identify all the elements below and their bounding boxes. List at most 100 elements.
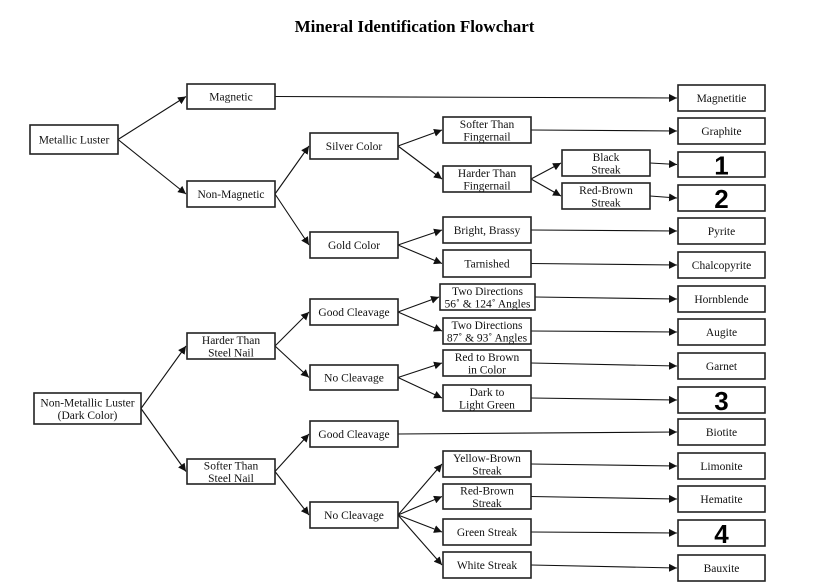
edge-good_cleavage_1-to-two_dir_87 [397,311,443,332]
node-bright-brassy: Bright, Brassy [442,216,532,244]
node-label: No Cleavage [324,373,384,385]
node-label: 56˚ & 124˚ Angles [445,298,531,310]
node-label: Harder Than [458,168,516,180]
result-node-augite: Augite [677,318,766,346]
result-node-unknown-2: 2 [677,184,766,214]
result-node-hornblende: Hornblende [677,285,766,313]
node-label: Garnet [706,361,738,373]
edge-redbrown_streak_1-to-unknown_2 [649,193,678,202]
node-label: Fingernail [463,180,510,192]
node-black-streak: BlackStreak [561,149,651,177]
node-yellowbrown-streak: Yellow-BrownStreak [442,450,532,478]
edge-softer_fingernail-to-graphite [530,126,678,135]
node-label: Tarnished [464,259,509,271]
result-node-chalcopyrite: Chalcopyrite [677,251,766,279]
edge-silver-to-harder_fingernail [397,145,443,180]
node-label: Bauxite [704,563,740,575]
edge-tarnished-to-chalcopyrite [530,260,678,269]
node-harder-nail: Harder ThanSteel Nail [186,332,276,360]
node-label: (Dark Color) [58,410,118,422]
node-nonmetallic: Non-Metallic Luster(Dark Color) [33,392,142,425]
result-node-limonite: Limonite [677,452,766,480]
node-label: Limonite [700,461,742,473]
node-harder-fingernail: Harder ThanFingernail [442,165,532,193]
edge-nonmagnetic-to-gold [274,193,310,246]
node-label: Softer Than [460,119,515,131]
node-metallic: Metallic Luster [29,124,119,155]
node-label: Non-Metallic Luster [40,397,134,409]
node-label: Dark to [470,387,505,399]
node-label: Streak [472,465,502,477]
node-label: Red to Brown [455,352,520,364]
edge-nonmetallic-to-softer_nail [140,408,187,472]
node-label: Red-Brown [579,185,633,197]
edge-good_cleavage_2-to-biotite [397,428,678,437]
edge-two_dir_87-to-augite [530,327,678,336]
flowchart: Metallic Luster Magnetic Non-Magnetic Silve… [29,83,766,582]
node-two-dir-56: Two Directions56˚ & 124˚ Angles [439,283,536,311]
node-dark-light-green: Dark toLight Green [442,384,532,412]
node-label: 4 [714,519,729,549]
result-node-hematite: Hematite [677,485,766,513]
edge-silver-to-softer_fingernail [397,128,443,147]
edge-magnetic-to-magnetitie [274,93,678,102]
edge-no_cleavage_2-to-redbrown_streak_2 [397,495,443,516]
node-label: Softer Than [204,460,259,472]
node-nonmagnetic: Non-Magnetic [186,180,276,208]
edge-two_dir_56-to-hornblende [534,294,678,303]
node-label: Steel Nail [208,473,254,485]
edge-no_cleavage_1-to-red_brown_color [397,361,443,379]
edge-yellowbrown_streak-to-limonite [530,461,678,470]
node-label: 3 [714,386,728,416]
edge-white_streak-to-bauxite [530,563,678,572]
edge-red_brown_color-to-garnet [530,361,678,370]
edge-black_streak-to-unknown_1 [649,160,678,169]
node-label: Black [593,152,620,164]
edge-green_streak-to-unknown_4 [530,528,678,537]
node-label: Steel Nail [208,347,254,359]
node-label: 1 [714,151,728,181]
edge-no_cleavage_2-to-white_streak [397,514,443,566]
node-label: Magnetic [209,92,252,104]
node-magnetic: Magnetic [186,83,276,110]
result-node-unknown-1: 1 [677,151,766,181]
node-green-streak: Green Streak [442,518,532,546]
node-label: Silver Color [326,141,383,153]
node-label: Light Green [459,399,515,411]
edge-harder_fingernail-to-redbrown_streak_1 [530,178,562,197]
node-label: Hornblende [694,294,748,306]
node-label: White Streak [457,560,518,572]
node-label: Good Cleavage [318,307,389,319]
result-node-bauxite: Bauxite [677,554,766,582]
edge-metallic-to-magnetic [117,96,187,140]
result-node-unknown-3: 3 [677,386,766,416]
edge-no_cleavage_1-to-dark_light_green [397,377,443,399]
node-label: Chalcopyrite [692,260,751,272]
edge-no_cleavage_2-to-green_streak [397,514,443,533]
node-label: Hematite [700,494,742,506]
node-label: 87˚ & 93˚ Angles [447,332,528,344]
node-label: Streak [472,498,502,510]
result-node-unknown-4: 4 [677,519,766,549]
edge-bright_brassy-to-pyrite [530,226,678,235]
node-label: Harder Than [202,335,260,347]
edge-redbrown_streak_2-to-hematite [530,494,678,503]
node-red-brown-color: Red to Brownin Color [442,349,532,377]
node-label: Pyrite [708,226,735,238]
edge-gold-to-bright_brassy [397,228,443,246]
node-softer-nail: Softer ThanSteel Nail [186,458,276,485]
node-redbrown-streak-2: Red-BrownStreak [442,483,532,510]
node-label: Streak [591,197,621,209]
edge-gold-to-tarnished [397,244,443,265]
node-label: Gold Color [328,240,380,252]
node-label: No Cleavage [324,510,384,522]
node-no-cleavage-2: No Cleavage [309,501,399,529]
node-label: Graphite [701,126,741,138]
edge-dark_light_green-to-unknown_3 [530,395,678,404]
node-label: Good Cleavage [318,429,389,441]
node-redbrown-streak-1: Red-BrownStreak [561,182,651,210]
node-label: Magnetitie [697,93,747,105]
node-tarnished: Tarnished [442,249,532,278]
edge-harder_nail-to-no_cleavage_1 [274,345,310,378]
node-no-cleavage-1: No Cleavage [309,364,399,391]
